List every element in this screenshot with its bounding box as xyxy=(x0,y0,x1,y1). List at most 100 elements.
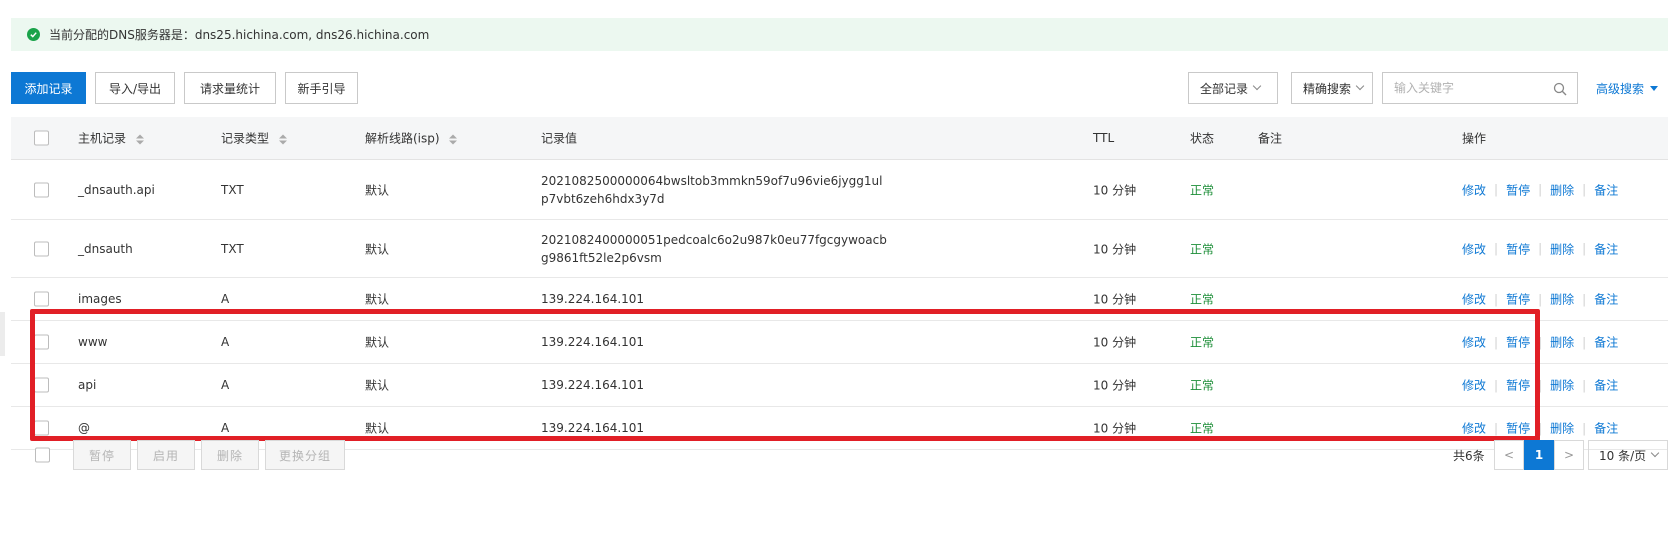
record-ttl: 10 分钟 xyxy=(1093,378,1137,393)
record-ttl: 10 分钟 xyxy=(1093,335,1137,350)
record-value: 2021082500000064bwsltob3mmkn59of7u96vie6… xyxy=(541,172,882,208)
divider: | xyxy=(1538,182,1543,197)
delete-link[interactable]: 删除 xyxy=(1550,240,1574,257)
page-1-button[interactable]: 1 xyxy=(1524,440,1554,470)
resolve-line: 默认 xyxy=(365,292,390,307)
total-count: 共6条 xyxy=(1453,449,1485,463)
chevron-down-icon xyxy=(1355,81,1365,91)
row-checkbox[interactable] xyxy=(34,241,49,256)
advanced-search-link[interactable]: 高级搜索 xyxy=(1596,80,1659,97)
row-actions: 修改 | 暂停 | 删除 | 备注 xyxy=(1462,240,1618,257)
table-footer: 暂停 启用 删除 更换分组 共6条 < 1 > 10 条/页 xyxy=(11,440,1668,470)
batch-delete-button[interactable]: 删除 xyxy=(201,440,259,470)
footer-select-all-checkbox[interactable] xyxy=(35,447,50,463)
left-edge-tab xyxy=(0,312,5,356)
status-badge: 正常 xyxy=(1190,421,1215,436)
remark-link[interactable]: 备注 xyxy=(1594,181,1618,198)
sort-icon[interactable] xyxy=(135,134,144,144)
row-checkbox[interactable] xyxy=(34,334,49,350)
resolve-line: 默认 xyxy=(365,242,390,256)
search-mode-label: 精确搜索 xyxy=(1303,81,1352,96)
remark-link[interactable]: 备注 xyxy=(1594,377,1618,394)
guide-button[interactable]: 新手引导 xyxy=(285,72,358,104)
edit-link[interactable]: 修改 xyxy=(1462,420,1486,437)
import-export-button[interactable]: 导入/导出 xyxy=(95,72,175,104)
delete-link[interactable]: 删除 xyxy=(1550,420,1574,437)
record-type: A xyxy=(221,335,230,349)
sort-icon[interactable] xyxy=(278,134,287,144)
edit-link[interactable]: 修改 xyxy=(1462,181,1486,198)
pause-link[interactable]: 暂停 xyxy=(1506,181,1530,198)
delete-link[interactable]: 删除 xyxy=(1550,181,1574,198)
column-header-type-label: 记录类型 xyxy=(221,131,270,146)
remark-link[interactable]: 备注 xyxy=(1594,334,1618,351)
divider: | xyxy=(1494,421,1499,435)
search-icon[interactable] xyxy=(1553,82,1567,99)
record-ttl: 10 分钟 xyxy=(1093,292,1137,307)
record-value-line-2: g9861ft52le2p6vsm xyxy=(541,250,662,265)
remark-link[interactable]: 备注 xyxy=(1594,240,1618,257)
resolve-line: 默认 xyxy=(365,335,390,350)
column-header-type[interactable]: 记录类型 xyxy=(221,130,287,147)
divider: | xyxy=(1582,335,1587,349)
status-badge: 正常 xyxy=(1190,378,1215,393)
divider: | xyxy=(1582,421,1587,435)
record-value-line-2: p7vbt6zeh6hdx3y7d xyxy=(541,191,665,206)
select-all-checkbox[interactable] xyxy=(34,130,49,146)
resolve-line: 默认 xyxy=(365,378,390,393)
record-value-line-1: 2021082400000051pedcoalc6o2u987k0eu77fgc… xyxy=(541,232,887,247)
record-filter-select[interactable]: 全部记录 xyxy=(1188,72,1278,104)
table-header: 主机记录 记录类型 解析线路(isp) 记录值 TTL 状态 备注 操作 xyxy=(11,117,1668,160)
record-value: 139.224.164.101 xyxy=(541,335,645,349)
search-box[interactable] xyxy=(1382,72,1578,104)
record-ttl: 10 分钟 xyxy=(1093,421,1137,436)
status-badge: 正常 xyxy=(1190,242,1215,256)
divider: | xyxy=(1494,182,1499,197)
caret-down-icon xyxy=(1650,86,1659,91)
remark-link[interactable]: 备注 xyxy=(1594,420,1618,437)
row-actions: 修改 | 暂停 | 删除 | 备注 xyxy=(1462,181,1618,198)
pause-link[interactable]: 暂停 xyxy=(1506,377,1530,394)
prev-page-button[interactable]: < xyxy=(1494,440,1524,470)
dns-server-notice: 当前分配的DNS服务器是：dns25.hichina.com, dns26.hi… xyxy=(11,18,1668,51)
edit-link[interactable]: 修改 xyxy=(1462,291,1486,308)
status-badge: 正常 xyxy=(1190,292,1215,307)
batch-enable-button[interactable]: 启用 xyxy=(137,440,195,470)
pause-link[interactable]: 暂停 xyxy=(1506,420,1530,437)
column-header-line[interactable]: 解析线路(isp) xyxy=(365,130,458,147)
change-group-button[interactable]: 更换分组 xyxy=(265,440,345,470)
record-ttl: 10 分钟 xyxy=(1093,242,1137,256)
pause-link[interactable]: 暂停 xyxy=(1506,334,1530,351)
edit-link[interactable]: 修改 xyxy=(1462,377,1486,394)
sort-icon[interactable] xyxy=(449,134,458,144)
search-mode-select[interactable]: 精确搜索 xyxy=(1291,72,1373,104)
edit-link[interactable]: 修改 xyxy=(1462,334,1486,351)
delete-link[interactable]: 删除 xyxy=(1550,334,1574,351)
remark-link[interactable]: 备注 xyxy=(1594,291,1618,308)
column-header-value: 记录值 xyxy=(541,131,578,146)
row-checkbox[interactable] xyxy=(34,377,49,393)
record-ttl: 10 分钟 xyxy=(1093,183,1137,197)
record-value: 139.224.164.101 xyxy=(541,292,645,306)
batch-pause-button[interactable]: 暂停 xyxy=(73,440,131,470)
delete-link[interactable]: 删除 xyxy=(1550,377,1574,394)
check-circle-icon xyxy=(27,28,40,41)
edit-link[interactable]: 修改 xyxy=(1462,240,1486,257)
delete-link[interactable]: 删除 xyxy=(1550,291,1574,308)
page-size-select[interactable]: 10 条/页 xyxy=(1588,440,1668,470)
search-input[interactable] xyxy=(1394,81,1544,95)
column-header-host[interactable]: 主机记录 xyxy=(78,130,144,147)
page-size-label: 10 条/页 xyxy=(1599,448,1647,463)
row-checkbox[interactable] xyxy=(34,420,49,436)
pause-link[interactable]: 暂停 xyxy=(1506,291,1530,308)
record-value: 139.224.164.101 xyxy=(541,421,645,435)
status-badge: 正常 xyxy=(1190,335,1215,350)
table-row: _dnsauth TXT 默认 2021082400000051pedcoalc6o2… xyxy=(11,220,1668,278)
row-checkbox[interactable] xyxy=(34,291,49,307)
record-type: TXT xyxy=(221,182,244,197)
next-page-button[interactable]: > xyxy=(1554,440,1584,470)
request-stats-button[interactable]: 请求量统计 xyxy=(184,72,276,104)
pause-link[interactable]: 暂停 xyxy=(1506,240,1530,257)
add-record-button[interactable]: 添加记录 xyxy=(11,72,86,104)
row-checkbox[interactable] xyxy=(34,182,49,197)
